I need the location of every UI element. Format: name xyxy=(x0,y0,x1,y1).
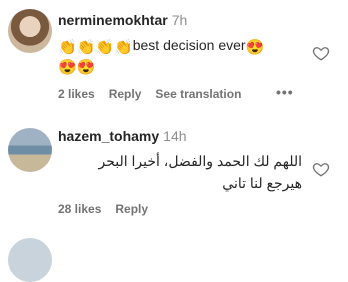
reply-button[interactable]: Reply xyxy=(115,202,148,216)
comment-time: 7h xyxy=(171,12,188,28)
comment-time: 14h xyxy=(163,128,187,144)
comment-body: best decision ever xyxy=(132,37,246,53)
heart-outline-icon[interactable] xyxy=(312,44,330,62)
comment-body: اللهم لك الحمد والفضل، أخيرا البحر xyxy=(98,153,303,169)
comment-actions: 2 likes Reply See translation xyxy=(58,87,255,101)
heart-eyes-emoji: 😍 xyxy=(245,39,265,56)
comment-actions: 28 likes Reply xyxy=(58,202,162,216)
reply-button[interactable]: Reply xyxy=(109,87,142,101)
username[interactable]: nerminemokhtar xyxy=(58,12,168,28)
comment-author[interactable]: nerminemokhtar 7h xyxy=(58,12,187,28)
likes-count[interactable]: 28 likes xyxy=(58,202,101,216)
more-options-icon[interactable]: ••• xyxy=(276,84,294,100)
username[interactable]: hazem_tohamy xyxy=(58,128,159,144)
likes-count[interactable]: 2 likes xyxy=(58,87,95,101)
see-translation-link[interactable]: See translation xyxy=(155,87,241,101)
avatar[interactable] xyxy=(8,9,52,53)
comment-text-line2: 😍😍 xyxy=(58,55,95,78)
heart-outline-icon[interactable] xyxy=(312,160,330,178)
comment-body-line2: هيرجع لنا تاني xyxy=(222,175,302,191)
avatar[interactable] xyxy=(8,128,52,172)
comment-author[interactable]: hazem_tohamy 14h xyxy=(58,128,187,144)
heart-eyes-emoji: 😍😍 xyxy=(58,59,96,76)
